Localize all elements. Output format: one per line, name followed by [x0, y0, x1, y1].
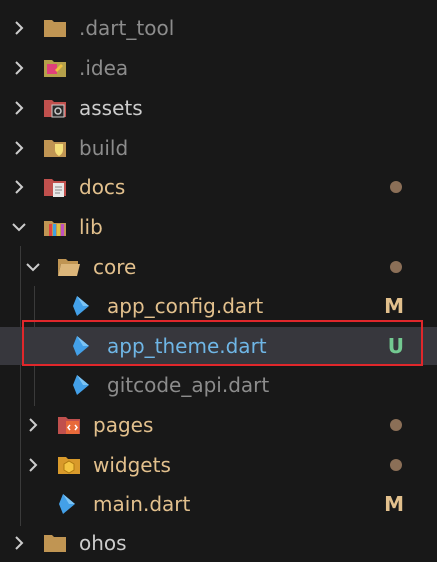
tree-item-label: app_config.dart	[107, 294, 264, 318]
folder-icon	[44, 20, 66, 37]
tree-item-pages[interactable]: pages	[0, 406, 437, 444]
tree-item-label: widgets	[93, 453, 171, 477]
tree-item-gitcode-api-dart[interactable]: gitcode_api.dart	[0, 366, 437, 404]
tree-item-ohos[interactable]: ohos	[0, 524, 437, 562]
assets-folder-icon	[44, 100, 66, 118]
tree-item-widgets[interactable]: widgets	[0, 446, 437, 484]
tree-item-main-dart[interactable]: main.dart M	[0, 485, 437, 523]
tree-item-label: build	[79, 136, 129, 160]
chevron-down-icon	[26, 263, 40, 272]
chevron-right-icon	[29, 458, 38, 472]
pages-folder-icon	[58, 417, 80, 434]
modified-status-badge: M	[384, 294, 404, 318]
modified-contents-dot	[390, 261, 402, 273]
tree-item-label: assets	[79, 96, 143, 120]
tree-item-label: main.dart	[93, 492, 191, 516]
tree-item-label: ohos	[79, 531, 127, 555]
tree-item-lib[interactable]: lib	[0, 208, 437, 246]
highlight-box	[22, 320, 423, 366]
tree-item-label: core	[93, 255, 137, 279]
widgets-folder-icon	[58, 457, 80, 474]
dart-icon	[73, 296, 89, 316]
chevron-down-icon	[12, 223, 26, 232]
docs-folder-icon	[44, 179, 66, 197]
tree-item-dart-tool[interactable]: .dart_tool	[0, 9, 437, 47]
file-explorer: .dart_tool .idea assets build docs lib c…	[0, 0, 437, 562]
tree-item-label: gitcode_api.dart	[107, 373, 270, 397]
tree-item-label: lib	[79, 215, 103, 239]
build-folder-icon	[44, 140, 66, 157]
idea-folder-icon	[44, 60, 66, 77]
chevron-right-icon	[15, 101, 24, 115]
tree-item-build[interactable]: build	[0, 129, 437, 167]
lib-folder-icon	[44, 221, 66, 236]
tree-item-idea[interactable]: .idea	[0, 49, 437, 87]
tree-item-assets[interactable]: assets	[0, 89, 437, 127]
tree-item-label: pages	[93, 413, 154, 437]
tree-item-core[interactable]: core	[0, 248, 437, 286]
tree-item-label: docs	[79, 175, 126, 199]
chevron-right-icon	[15, 536, 24, 550]
open-folder-icon	[58, 259, 80, 276]
modified-contents-dot	[390, 181, 402, 193]
chevron-right-icon	[15, 21, 24, 35]
chevron-right-icon	[15, 61, 24, 75]
modified-contents-dot	[390, 459, 402, 471]
modified-status-badge: M	[384, 492, 404, 516]
folder-icon	[44, 535, 66, 552]
dart-icon	[59, 494, 75, 514]
modified-contents-dot	[390, 419, 402, 431]
tree-item-docs[interactable]: docs	[0, 168, 437, 206]
chevron-right-icon	[29, 418, 38, 432]
tree-item-label: .idea	[79, 56, 129, 80]
dart-icon	[73, 375, 89, 395]
chevron-right-icon	[15, 180, 24, 194]
chevron-right-icon	[15, 141, 24, 155]
tree-item-label: .dart_tool	[79, 16, 175, 40]
